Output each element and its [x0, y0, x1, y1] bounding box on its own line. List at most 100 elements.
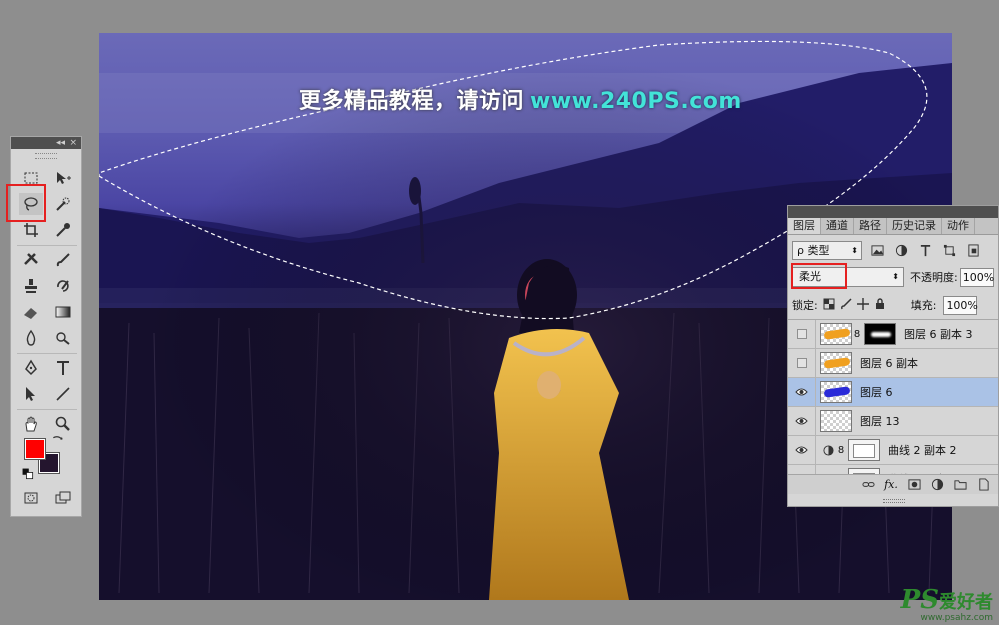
swap-colors[interactable] — [51, 433, 65, 447]
tab-paths[interactable]: 路径 — [854, 218, 887, 234]
watermark-text: 更多精品教程，请访问 — [299, 89, 525, 114]
lock-all-button[interactable] — [874, 297, 886, 313]
default-colors[interactable] — [21, 467, 35, 481]
hidden-box-icon — [796, 329, 807, 339]
filter-type-label: ρ 类型 — [797, 243, 830, 257]
layer-row[interactable]: 图层 13 — [788, 406, 998, 436]
fill-label: 填充: — [910, 299, 937, 312]
chain-link-icon[interactable]: 8 — [852, 329, 862, 340]
new-layer-button[interactable] — [976, 478, 990, 492]
gradient-tool[interactable] — [51, 301, 75, 323]
mask-icon — [907, 479, 921, 490]
layer-mask-thumbnail[interactable] — [864, 323, 896, 345]
lock-pixels-button[interactable] — [840, 297, 852, 313]
quick-selection-tool[interactable] — [51, 193, 75, 215]
lock-transparent-button[interactable] — [823, 298, 835, 313]
screen-mode-button[interactable] — [51, 487, 75, 509]
move-icon — [57, 172, 71, 184]
logo-text: 爱好者 — [939, 592, 993, 613]
layers-bottom-bar: fx. — [788, 474, 998, 494]
chain-link-icon — [861, 482, 875, 487]
tools-titlebar[interactable]: ◂◂ × — [11, 137, 81, 149]
thumbnail-stroke — [823, 357, 851, 369]
fx-button[interactable]: fx. — [884, 478, 898, 492]
add-mask-button[interactable] — [907, 478, 921, 492]
dodge-tool[interactable] — [51, 327, 75, 349]
filter-pixel[interactable] — [868, 241, 886, 259]
layer-row[interactable]: 8 图层 6 副本 3 — [788, 320, 998, 349]
visibility-toggle[interactable] — [788, 320, 816, 349]
lock-position-button[interactable] — [856, 297, 869, 313]
layer-thumbnail — [820, 323, 852, 345]
foreground-color-swatch[interactable] — [24, 438, 46, 460]
updown-arrow-icon: ⬍ — [851, 245, 858, 255]
move-tool[interactable] — [51, 167, 75, 189]
watermark: 更多精品教程，请访问 www.240PS.com — [299, 83, 742, 115]
visibility-toggle[interactable] — [788, 377, 816, 407]
visibility-toggle[interactable] — [788, 435, 816, 465]
half-circle-icon — [895, 244, 907, 256]
tab-history[interactable]: 历史记录 — [887, 218, 942, 234]
close-icon[interactable]: × — [69, 137, 77, 149]
collapse-icon[interactable]: ◂◂ — [56, 137, 65, 149]
logo-mark: PS — [900, 585, 939, 615]
blur-tool[interactable] — [19, 327, 43, 349]
chain-link-icon[interactable]: 8 — [836, 445, 846, 456]
watermark-url: www.240PS.com — [530, 89, 742, 114]
opacity-input[interactable]: 100% — [959, 267, 994, 287]
crop-tool[interactable] — [19, 219, 43, 241]
history-brush-tool[interactable] — [51, 275, 75, 297]
path-selection-icon — [26, 387, 35, 401]
tab-channels[interactable]: 通道 — [821, 218, 854, 234]
pen-tool[interactable] — [19, 357, 43, 379]
history-brush-icon — [57, 280, 69, 292]
healing-tool[interactable] — [19, 249, 43, 271]
type-icon — [57, 361, 69, 375]
clone-stamp-tool[interactable] — [19, 275, 43, 297]
opacity-label: 不透明度: — [910, 271, 958, 284]
filter-adjustment[interactable] — [892, 241, 910, 259]
line-tool[interactable] — [51, 383, 75, 405]
hand-tool[interactable] — [19, 413, 43, 435]
tools-panel: ◂◂ × — [6, 136, 82, 517]
eraser-tool[interactable] — [19, 301, 43, 323]
layer-row[interactable]: 图层 6 副本 — [788, 348, 998, 378]
swap-colors-icon — [53, 436, 63, 440]
separator — [17, 409, 77, 410]
lock-row: 锁定: 填充: 100% — [792, 295, 998, 315]
adjustment-layer-icon — [820, 444, 836, 456]
blend-mode-highlight — [791, 263, 847, 289]
half-circle-icon — [931, 478, 943, 491]
path-selection-tool[interactable] — [19, 383, 43, 405]
half-circle-icon — [822, 444, 834, 456]
link-layers-button[interactable] — [861, 478, 875, 492]
filter-type-select[interactable]: ρ 类型 ⬍ — [792, 240, 862, 260]
eyedropper-tool[interactable] — [51, 219, 75, 241]
curves-thumbnail[interactable] — [848, 439, 880, 461]
filter-shape[interactable] — [940, 241, 958, 259]
brush-tool[interactable] — [51, 249, 75, 271]
tab-actions[interactable]: 动作 — [942, 218, 975, 234]
layer-row-selected[interactable]: 图层 6 — [788, 377, 998, 407]
move-icon — [856, 297, 869, 310]
panel-grip[interactable] — [35, 153, 57, 159]
visibility-toggle[interactable] — [788, 348, 816, 378]
layer-row[interactable]: 8 曲线 2 副本 2 — [788, 435, 998, 465]
fill-input[interactable]: 100% — [943, 295, 978, 315]
panel-resize-grip[interactable] — [883, 499, 905, 503]
tab-layers[interactable]: 图层 — [788, 218, 821, 234]
mask-glow — [871, 332, 891, 337]
filter-type[interactable] — [916, 241, 934, 259]
visibility-toggle[interactable] — [788, 406, 816, 436]
eye-icon — [795, 388, 808, 396]
filter-smart-object[interactable] — [964, 241, 982, 259]
line-icon — [56, 387, 70, 401]
type-icon — [920, 244, 930, 256]
site-logo: PS爱好者 www.psahz.com — [901, 585, 993, 623]
new-adjustment-button[interactable] — [930, 478, 944, 492]
type-tool[interactable] — [51, 357, 75, 379]
quick-mask-button[interactable] — [19, 487, 43, 509]
new-group-button[interactable] — [953, 478, 967, 492]
image-icon — [870, 244, 884, 256]
layers-titlebar[interactable] — [788, 206, 998, 218]
